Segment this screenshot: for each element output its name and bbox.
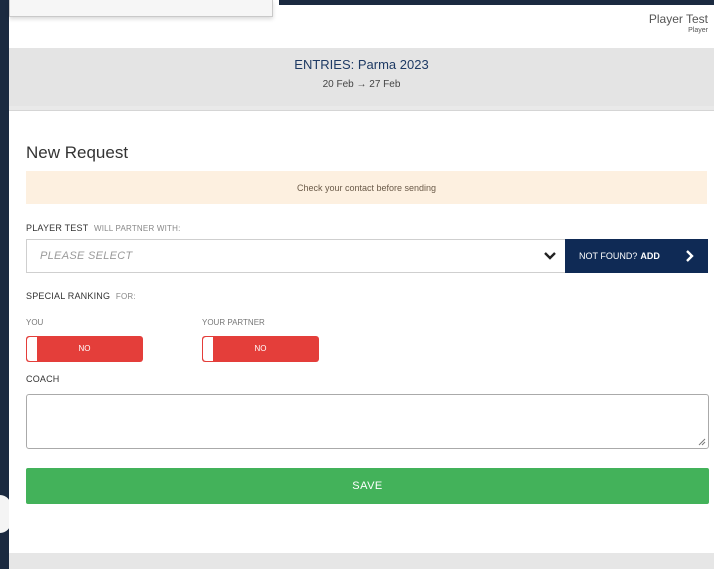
ranking-label-muted: FOR: [115,292,136,301]
partner-label: PLAYER TEST WILL PARTNER WITH: [26,223,181,233]
save-button[interactable]: SAVE [26,468,709,504]
add-partner-button[interactable]: NOT FOUND? ADD [565,239,708,273]
entries-dates: 20 Feb → 27 Feb [9,79,714,91]
partner-special-ranking-toggle[interactable]: NO [202,336,319,362]
ranking-label-strong: SPECIAL RANKING [26,291,111,301]
add-button-action: ADD [640,251,660,261]
user-role: Player [688,27,708,34]
entries-header: ENTRIES: Parma 2023 20 Feb → 27 Feb [9,48,714,106]
entries-prefix: ENTRIES: [294,57,355,72]
form-title: New Request [26,143,129,162]
arrow-right-icon: → [356,79,367,90]
left-sidebar-edge [0,0,9,569]
entries-title: ENTRIES: Parma 2023 [9,57,714,73]
partner-select-value: PLEASE SELECT [40,250,133,262]
chevron-right-icon [686,250,694,262]
header-nav-strip [279,0,714,5]
chevron-down-icon [544,252,556,260]
user-info[interactable]: Player Test Player [649,12,708,35]
partner-select[interactable]: PLEASE SELECT [26,239,565,273]
resize-grip-icon[interactable] [698,438,706,446]
event-name: Parma 2023 [357,57,429,72]
footer-band [9,553,714,569]
you-special-ranking-toggle[interactable]: NO [26,336,143,362]
toggle-state: NO [254,344,267,353]
date-from: 20 Feb [322,79,354,90]
coach-textarea[interactable] [26,394,709,449]
coach-label: COACH [26,374,60,384]
partner-label-strong: PLAYER TEST [26,223,89,233]
dropdown-popup-edge [9,0,273,17]
contact-notice: Check your contact before sending [26,171,707,204]
date-to: 27 Feb [369,79,401,90]
new-request-card: New Request Check your contact before se… [9,110,714,554]
special-ranking-label: SPECIAL RANKING FOR: [26,291,136,301]
add-button-prefix: NOT FOUND? [579,251,638,261]
you-label: YOU [26,318,44,327]
your-partner-label: YOUR PARTNER [202,318,265,327]
toggle-state: NO [78,344,91,353]
user-name: Player Test [648,12,708,26]
partner-label-muted: WILL PARTNER WITH: [93,224,181,233]
